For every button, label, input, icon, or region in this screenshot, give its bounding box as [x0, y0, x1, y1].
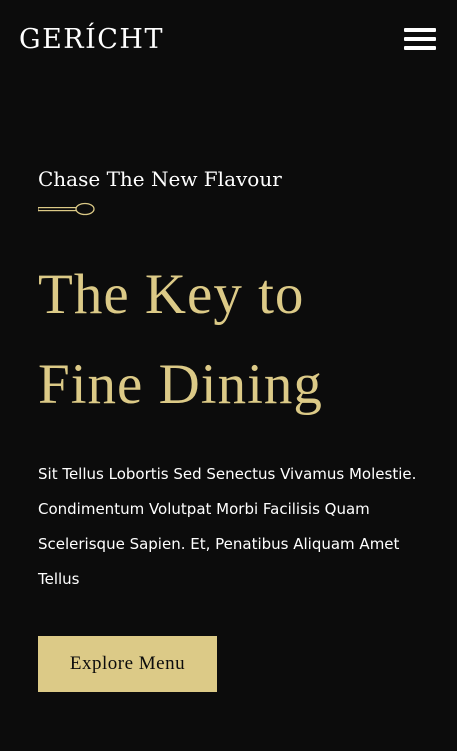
- hamburger-menu-icon[interactable]: [404, 28, 436, 52]
- menu-bar-bottom: [404, 46, 436, 50]
- explore-menu-button[interactable]: Explore Menu: [38, 636, 217, 692]
- spoon-icon: [38, 202, 95, 216]
- hero-description: Sit Tellus Lobortis Sed Senectus Vivamus…: [38, 465, 417, 588]
- menu-bar-top: [404, 28, 436, 32]
- hero-title: The Key to Fine Dining: [38, 250, 438, 430]
- menu-bar-middle: [404, 37, 436, 41]
- hero-subtitle: Chase The New Flavour: [38, 167, 282, 191]
- navbar: GERÍCHT: [0, 0, 457, 80]
- hero-title-line-2: Fine Dining: [38, 353, 323, 416]
- hero-title-line-1: The Key to: [38, 263, 305, 326]
- logo[interactable]: GERÍCHT: [19, 22, 164, 58]
